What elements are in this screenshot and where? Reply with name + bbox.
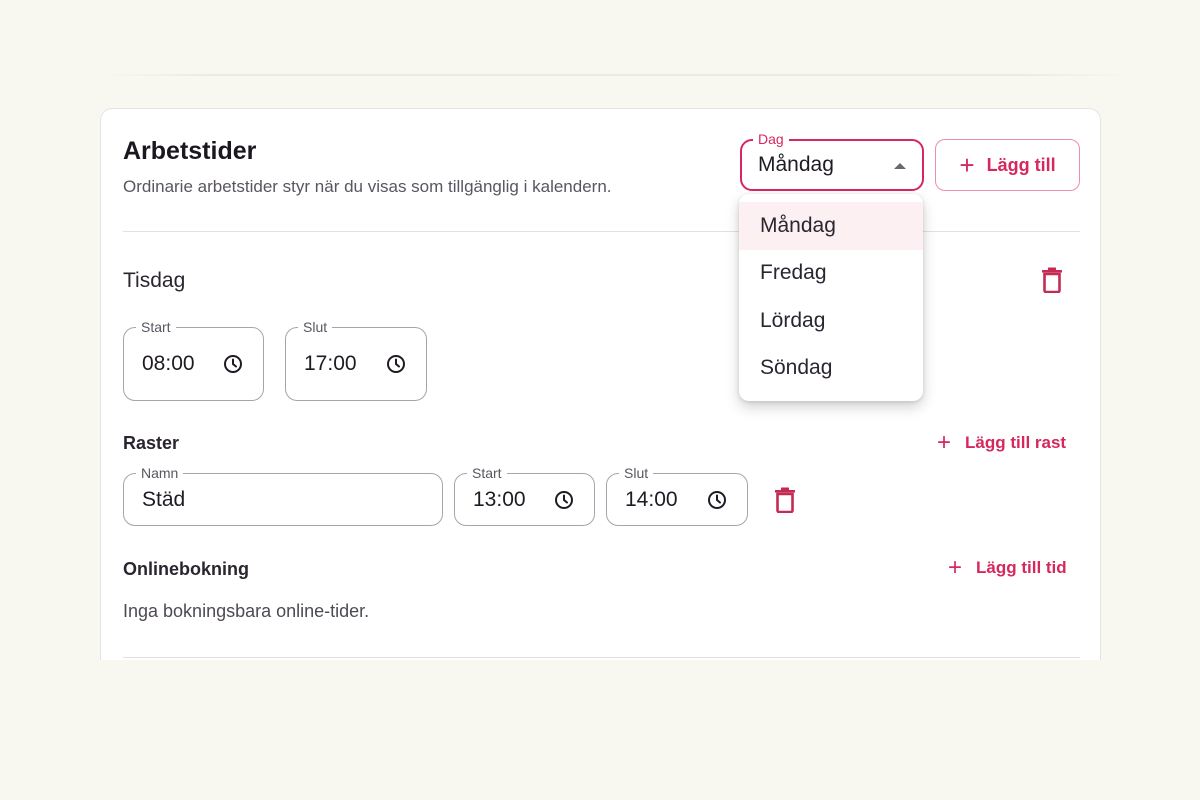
- top-bar-shadow: [100, 74, 1130, 76]
- break-end-value: 14:00: [625, 487, 678, 511]
- day-start-field[interactable]: Start 08:00: [123, 318, 264, 401]
- day-end-label: Slut: [298, 318, 333, 336]
- add-day-button[interactable]: + Lägg till: [935, 139, 1080, 191]
- day-start-label: Start: [136, 318, 176, 336]
- break-name-value: Städ: [142, 487, 186, 511]
- break-start-field[interactable]: Start 13:00: [454, 464, 595, 526]
- section-divider: [123, 657, 1080, 658]
- header-divider: [123, 231, 1080, 232]
- break-name-label: Namn: [136, 464, 184, 482]
- delete-break-icon[interactable]: [774, 487, 796, 513]
- break-start-value: 13:00: [473, 487, 526, 511]
- break-name-field[interactable]: Namn Städ: [123, 464, 443, 526]
- clock-icon[interactable]: [554, 490, 574, 510]
- caret-up-icon: [894, 163, 906, 169]
- plus-icon: +: [948, 554, 963, 581]
- plus-icon: +: [959, 150, 975, 180]
- online-booking-label: Onlinebokning: [123, 559, 249, 579]
- day-name: Tisdag: [123, 269, 186, 292]
- online-empty-text: Inga bokningsbara online-tider.: [123, 601, 370, 621]
- clock-icon[interactable]: [223, 354, 243, 374]
- clock-icon[interactable]: [386, 354, 406, 374]
- day-end-field[interactable]: Slut 17:00: [285, 318, 427, 401]
- breaks-label: Raster: [123, 433, 180, 453]
- menu-item-sondag[interactable]: Söndag: [739, 345, 923, 393]
- day-select-value: Måndag: [758, 153, 834, 176]
- menu-item-mandag[interactable]: Måndag: [739, 202, 923, 250]
- plus-icon: +: [937, 429, 952, 456]
- card-cutoff: [99, 660, 1102, 672]
- add-online-time-label: Lägg till tid: [976, 558, 1067, 577]
- day-select-menu: Måndag Fredag Lördag Söndag: [739, 194, 923, 401]
- clock-icon[interactable]: [707, 490, 727, 510]
- day-select[interactable]: Dag Måndag: [740, 130, 924, 191]
- add-day-button-label: Lägg till: [986, 154, 1056, 175]
- add-online-time-button[interactable]: + Lägg till tid: [948, 556, 1067, 580]
- working-hours-card: Arbetstider Ordinarie arbetstider styr n…: [100, 108, 1101, 668]
- break-end-label: Slut: [619, 464, 654, 482]
- day-start-value: 08:00: [142, 352, 195, 375]
- add-break-button[interactable]: + Lägg till rast: [937, 431, 1066, 455]
- day-end-value: 17:00: [304, 352, 357, 375]
- delete-day-icon[interactable]: [1041, 267, 1063, 293]
- add-break-label: Lägg till rast: [965, 433, 1067, 452]
- card-title: Arbetstider: [123, 137, 257, 165]
- card-subtitle: Ordinarie arbetstider styr när du visas …: [123, 177, 612, 196]
- menu-item-lordag[interactable]: Lördag: [739, 297, 923, 345]
- break-start-label: Start: [467, 464, 507, 482]
- break-end-field[interactable]: Slut 14:00: [606, 464, 748, 526]
- day-select-label: Dag: [753, 130, 789, 148]
- menu-item-fredag[interactable]: Fredag: [739, 250, 923, 298]
